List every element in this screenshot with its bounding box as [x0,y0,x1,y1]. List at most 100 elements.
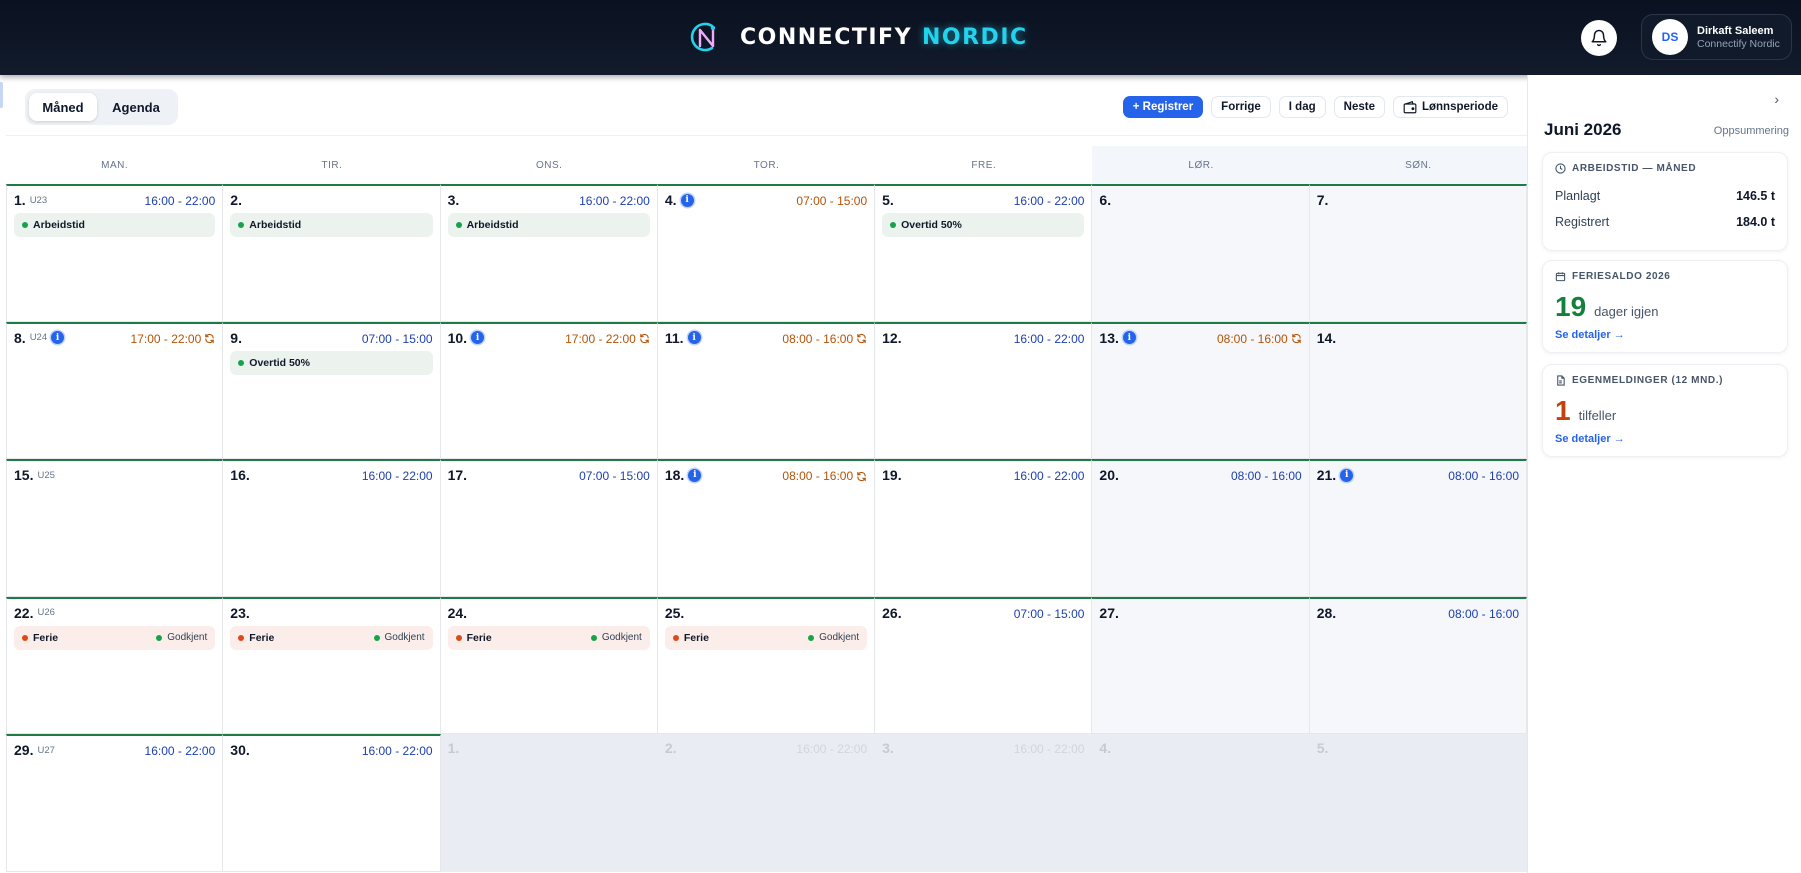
pay-period-button[interactable]: Lønnsperiode [1392,96,1508,118]
calendar-day[interactable]: 24. Ferie Godkjent [440,596,658,734]
shift-time[interactable]: 08:00 - 16:00 [1231,469,1302,483]
shift-time[interactable]: 16:00 - 22:00 [1014,194,1085,208]
calendar-day[interactable]: 18. i 08:00 - 16:00 [657,459,876,597]
calendar-grid: 1. U23 16:00 - 22:00 Arbeidstid 2. Arbeidstid… [6,184,1527,872]
shift-time[interactable]: 16:00 - 22:00 [1014,332,1085,346]
time-entry[interactable]: Arbeidstid [230,213,433,237]
calendar-day[interactable]: 21. i 08:00 - 16:00 [1309,459,1527,597]
shift-time[interactable]: 07:00 - 15:00 [1014,607,1085,621]
day-number: 21. i [1317,467,1354,483]
user-menu[interactable]: DS Dirkaft Saleem Connectify Nordic [1641,14,1792,60]
approved-dot-icon [590,634,597,641]
info-icon[interactable]: i [1122,331,1136,344]
calendar-day[interactable]: 4. i 07:00 - 15:00 [657,184,876,322]
view-month-button[interactable]: Måned [29,93,97,121]
time-entry[interactable]: Arbeidstid [447,213,650,237]
register-button[interactable]: + Registrer [1122,96,1204,118]
vacation-entry[interactable]: Ferie Godkjent [14,625,216,650]
calendar-day[interactable]: 2. Arbeidstid [223,184,441,322]
shift-time[interactable]: 16:00 - 22:00 [1014,469,1085,483]
sick-leave-details-link[interactable]: Se detaljer → [1555,433,1775,445]
shift-time[interactable]: 16:00 - 22:00 [579,194,650,208]
calendar-day[interactable]: 5. 16:00 - 22:00 Overtid 50% [875,184,1093,322]
day-number: 11. i [665,330,701,346]
time-entry[interactable]: Overtid 50% [230,350,433,375]
shift-time[interactable]: 07:00 - 15:00 [796,194,867,208]
calendar-day[interactable]: 13. i 08:00 - 16:00 [1092,321,1310,459]
notifications-button[interactable] [1581,20,1617,56]
info-icon[interactable]: i [1340,468,1354,482]
day-number: 30. [230,742,250,758]
calendar-day[interactable]: 28. 08:00 - 16:00 [1309,596,1527,734]
calendar-day[interactable]: 27. [1092,596,1310,734]
calendar-day[interactable]: 29. U27 16:00 - 22:00 [6,734,224,872]
info-icon[interactable]: i [680,193,694,207]
day-number: 18. i [665,467,702,483]
calendar-day[interactable]: 22. U26 Ferie Godkjent [6,596,224,734]
shift-time[interactable]: 07:00 - 15:00 [362,332,433,346]
calendar-day[interactable]: 3. 16:00 - 22:00 Arbeidstid [440,184,658,322]
calendar-day[interactable]: 26. 07:00 - 15:00 [875,596,1093,734]
calendar-day[interactable]: 6. [1092,184,1310,322]
calendar-day-outside-month[interactable]: 2. 16:00 - 22:00 [657,734,876,872]
shift-time[interactable]: 08:00 - 16:00 [1217,332,1302,346]
vacation-entry[interactable]: Ferie Godkjent [230,625,433,650]
time-entry[interactable]: Arbeidstid [14,213,216,237]
calendar-day[interactable]: 11. i 08:00 - 16:00 [657,321,876,459]
shift-time[interactable]: 08:00 - 16:00 [1448,469,1519,483]
today-button[interactable]: I dag [1278,96,1326,118]
calendar-day-outside-month[interactable]: 1. [440,734,658,872]
calendar-day[interactable]: 15. U25 [6,459,224,597]
weekday-label: TIR. [223,146,441,184]
sick-leave-value: 1 [1555,395,1571,426]
calendar-day[interactable]: 16. 16:00 - 22:00 [223,459,441,597]
calendar-day[interactable]: 25. Ferie Godkjent [657,596,876,734]
sidebar-handle[interactable] [0,82,3,108]
shift-time[interactable]: 16:00 - 22:00 [362,744,433,758]
shift-time[interactable]: 17:00 - 22:00 [565,332,650,346]
calendar-day[interactable]: 7. [1309,184,1527,322]
shift-time[interactable]: 16:00 - 22:00 [796,742,867,756]
calendar-day[interactable]: 9. 07:00 - 15:00 Overtid 50% [223,321,441,459]
day-number: 4. [1099,740,1112,756]
calendar-day[interactable]: 20. 08:00 - 16:00 [1092,459,1310,597]
info-icon[interactable]: i [471,331,485,344]
shift-time[interactable]: 16:00 - 22:00 [362,469,433,483]
view-agenda-button[interactable]: Agenda [101,93,171,121]
vacation-entry[interactable]: Ferie Godkjent [447,625,650,650]
calendar-day[interactable]: 10. i 17:00 - 22:00 [440,321,658,459]
calendar-day[interactable]: 1. U23 16:00 - 22:00 Arbeidstid [6,184,224,322]
shift-time[interactable]: 08:00 - 16:00 [1448,607,1519,621]
vacation-card: FERIESALDO 2026 19 dager igjen Se detalj… [1542,260,1788,353]
calendar-day[interactable]: 17. 07:00 - 15:00 [440,459,658,597]
calendar-day[interactable]: 23. Ferie Godkjent [223,596,441,734]
shift-time[interactable]: 07:00 - 15:00 [579,469,650,483]
next-button[interactable]: Neste [1333,96,1385,118]
shift-time[interactable]: 08:00 - 16:00 [782,469,867,483]
calendar-day-outside-month[interactable]: 3. 16:00 - 22:00 [875,734,1093,872]
shift-time[interactable]: 17:00 - 22:00 [131,332,216,346]
previous-button[interactable]: Forrige [1211,96,1271,118]
info-icon[interactable]: i [687,331,701,344]
calendar-day-outside-month[interactable]: 5. [1309,734,1527,872]
vacation-entry[interactable]: Ferie Godkjent [664,625,868,650]
collapse-panel-chevron-icon[interactable]: › [1774,91,1779,107]
calendar-day[interactable]: 14. [1309,321,1527,459]
calendar-day-outside-month[interactable]: 4. [1092,734,1310,872]
vacation-details-link[interactable]: Se detaljer → [1555,329,1775,341]
shift-time[interactable]: 16:00 - 22:00 [145,194,216,208]
calendar-day[interactable]: 19. 16:00 - 22:00 [875,459,1093,597]
calendar-day[interactable]: 12. 16:00 - 22:00 [875,321,1093,459]
calendar-day[interactable]: 30. 16:00 - 22:00 [223,734,441,872]
time-entry[interactable]: Overtid 50% [882,213,1085,237]
shift-time[interactable]: 16:00 - 22:00 [1014,742,1085,756]
info-icon[interactable]: i [688,468,702,482]
calendar-day[interactable]: 8. U24 i 17:00 - 22:00 [6,321,224,459]
brand[interactable]: CONNECTIFY NORDIC [686,18,1028,56]
shift-time[interactable]: 16:00 - 22:00 [145,744,216,758]
info-icon[interactable]: i [51,331,65,344]
approval-status: Godkjent [373,632,425,643]
shift-time[interactable]: 08:00 - 16:00 [782,332,867,346]
brand-name: CONNECTIFY NORDIC [740,24,1028,50]
day-number: 17. [447,467,468,483]
